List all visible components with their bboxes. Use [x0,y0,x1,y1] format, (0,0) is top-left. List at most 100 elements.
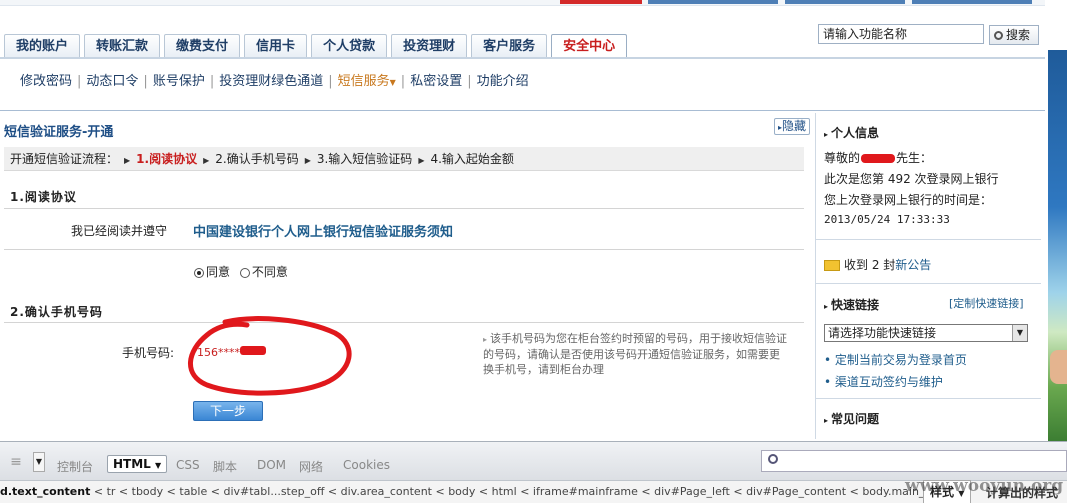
mail-prefix: 收到 2 封 [844,258,896,272]
hide-button[interactable]: ▸隐藏 [774,118,811,135]
subnav-account-protection[interactable]: 账号保护 [153,74,205,89]
personal-info-title: 个人信息 [831,126,880,140]
link-channel-signing[interactable]: • 渠道互动签约与维护 [824,373,943,390]
customize-quick-links[interactable]: [定制快速链接] [949,295,1024,311]
breadcrumb-item[interactable]: body [448,485,475,498]
chevron-down-icon: ▼ [389,78,396,87]
tab-my-account[interactable]: 我的账户 [4,34,81,58]
breadcrumb-current[interactable]: d.text_content [0,485,90,498]
tab-personal-loan[interactable]: 个人贷款 [311,34,388,58]
quick-links-title: 快速链接 [831,298,880,312]
new-notice-link[interactable]: 新公告 [895,258,931,272]
sidebar-divider [816,398,1041,399]
subnav-change-password[interactable]: 修改密码 [20,74,72,89]
red-circle-annotation [188,316,352,396]
link-channel-signing-label: 渠道互动签约与维护 [834,375,943,389]
breadcrumb-item[interactable]: table [179,485,207,498]
breadcrumb-item[interactable]: div#Page_content [746,485,846,498]
tab-html-label: HTML [113,457,151,471]
agree-prefix-label: 我已经阅读并遵守 [71,224,168,238]
subnav-privacy-settings[interactable]: 私密设置 [410,74,462,89]
tab-html[interactable]: HTML ▼ [107,455,168,473]
section-read-agreement-title: 1.阅读协议 [10,190,77,204]
subnav-separator: | [467,74,472,89]
breadcrumb-item[interactable]: div#Page_left [654,485,730,498]
radio-unchecked-icon [239,267,250,278]
breadcrumb-item[interactable]: tr [107,485,116,498]
tab-network[interactable]: 网络 [299,458,323,475]
faq-title: 常见问题 [831,412,880,426]
main-nav-tabs: 我的账户 转账汇款 缴费支付 信用卡 个人贷款 投资理财 客户服务 安全中心 [4,34,631,58]
quick-link-select-value: 请选择功能快速链接 [828,326,937,340]
greeting: 尊敬的 先生： [824,149,932,166]
function-search-input[interactable]: 请输入功能名称 [818,24,984,44]
tab-cookies[interactable]: Cookies [343,458,390,472]
breadcrumb-item[interactable]: iframe#mainframe [533,485,638,498]
section-divider [4,208,804,209]
agree-radio[interactable]: 同意 [194,265,230,279]
subnav-separator: | [328,74,333,89]
breadcrumb-item[interactable]: tbody [132,485,164,498]
agreement-link[interactable]: 中国建设银行个人网上银行短信验证服务须知 [193,221,453,240]
arrow-right-icon: ▶ [203,156,210,165]
tab-script[interactable]: 脚本 [213,458,237,475]
subnav-green-channel[interactable]: 投资理财绿色通道 [219,74,323,89]
mail-icon [824,260,840,271]
sidebar-divider [816,283,1041,284]
menu-icon[interactable]: ≡ [4,452,28,472]
phone-note: ▸ 该手机号码为您在柜台签约时预留的号码，用于接收短信验证的号码，请确认是否使用该… [483,331,788,377]
breadcrumb-item[interactable]: html [492,485,517,498]
disagree-radio-label: 不同意 [251,265,288,279]
disagree-radio[interactable]: 不同意 [239,265,288,279]
subnav-dynamic-token[interactable]: 动态口令 [86,74,138,89]
nav-divider [0,110,1045,111]
next-button[interactable]: 下一步 [193,401,263,421]
tab-investment[interactable]: 投资理财 [391,34,468,58]
tab-console[interactable]: 控制台 [57,458,93,475]
steps-bar: 开通短信验证流程： ▶ 1.阅读协议 ▶ 2.确认手机号码 ▶ 3.输入短信验证码 ▶ 4.输入… [4,147,804,171]
chevron-down-icon[interactable]: ▼ [33,452,45,472]
subnav-sms-label: 短信服务 [337,74,390,89]
subnav-separator: | [143,74,148,89]
flow-label: 开通短信验证流程： [10,152,119,166]
phone-label: 手机号码: [122,346,175,360]
greeting-prefix: 尊敬的 [824,151,861,165]
subnav-separator: | [77,74,82,89]
tab-css[interactable]: CSS [176,458,200,472]
subnav-separator: | [209,74,215,89]
step-2: 2.确认手机号码 [215,152,299,166]
side-banner-image [1048,50,1067,442]
step-4: 4.输入起始金额 [430,152,514,166]
redaction-mark [861,154,896,163]
tab-customer-service[interactable]: 客户服务 [471,34,548,58]
phone-note-text: 该手机号码为您在柜台签约时预留的号码，用于接收短信验证的号码，请确认是否使用该号… [483,332,788,376]
section-confirm-phone-title: 2.确认手机号码 [10,305,103,319]
tab-payment[interactable]: 缴费支付 [164,34,241,58]
tab-security-center[interactable]: 安全中心 [551,34,628,58]
arrow-right-icon: ▶ [418,156,425,165]
subnav-sms-service[interactable]: 短信服务▼ [338,74,396,89]
last-login-label: 您上次登录网上银行的时间是： [824,193,993,207]
subnav-feature-intro[interactable]: 功能介绍 [477,74,529,89]
link-set-homepage[interactable]: • 定制当前交易为登录首页 [824,351,967,368]
personal-info-heading: ▸ 个人信息 [824,124,879,141]
search-button[interactable]: 搜索 [989,25,1039,45]
breadcrumb-item[interactable]: div.area_content [341,485,432,498]
step-1: 1.阅读协议 [136,152,198,166]
radio-checked-icon [194,267,204,278]
quick-link-select[interactable]: 请选择功能快速链接 ▼ [824,324,1028,342]
greeting-suffix: 先生： [896,151,933,165]
top-strip-accent [560,0,642,4]
tab-dom[interactable]: DOM [257,458,286,472]
breadcrumb-item[interactable]: div#tabl...step_off [223,485,324,498]
notice-line: 收到 2 封新公告 [824,256,931,273]
tab-credit-card[interactable]: 信用卡 [244,34,308,58]
last-login-time: 2013/05/24 17:33:33 [824,213,950,226]
sidebar-divider [816,239,1041,240]
tab-transfer[interactable]: 转账汇款 [84,34,161,58]
link-set-homepage-label: 定制当前交易为登录首页 [834,353,967,367]
devtools-search-input[interactable] [761,450,1067,472]
hide-button-label: 隐藏 [782,119,807,133]
caret-right-icon: ▸ [824,302,829,311]
search-icon [768,454,778,464]
